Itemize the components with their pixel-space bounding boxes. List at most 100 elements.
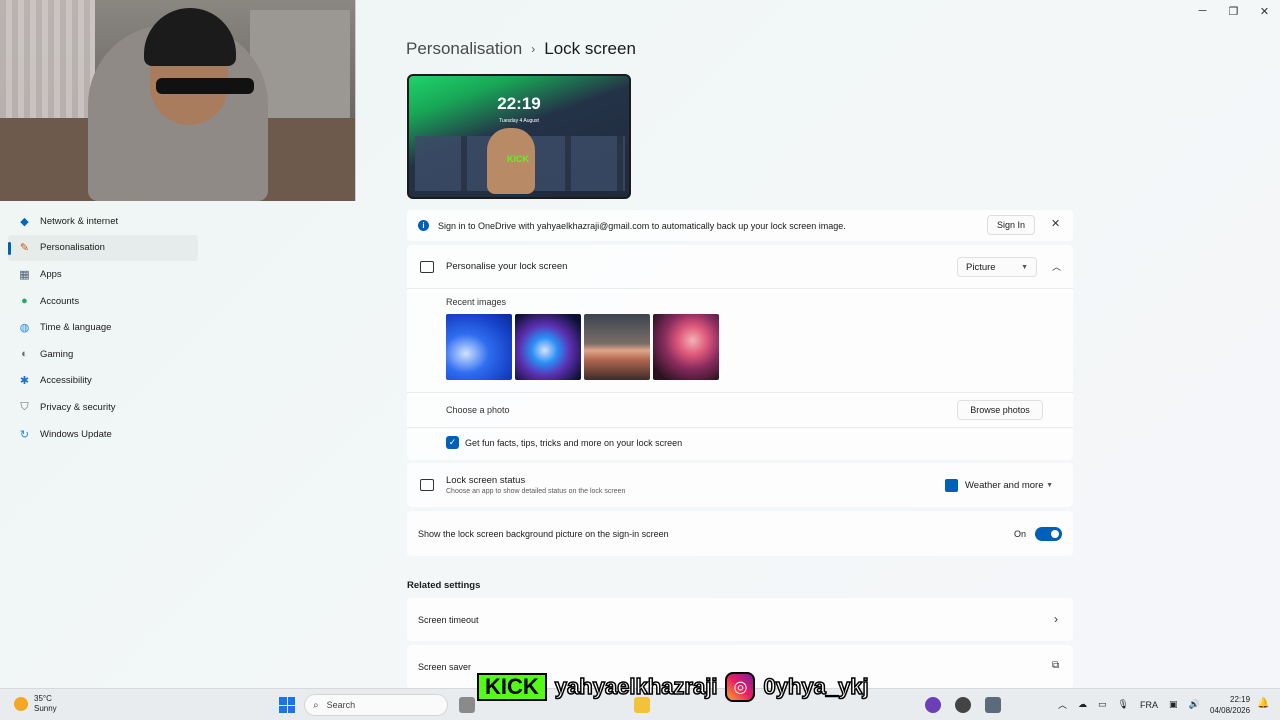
choose-photo-row: Choose a photo Browse photos [407,392,1073,428]
chevron-right-icon: › [1054,612,1058,626]
window-controls: ─ ❐ ✕ [1187,0,1280,22]
system-tray: ︿ ☁ ▭ 🎙 FRA ▣ 🔊 [1058,698,1200,711]
preview-clock: 22:19 [497,94,541,113]
status-title: Lock screen status [446,475,526,486]
apps-icon: ▦ [19,268,30,281]
recent-image-thumbnail[interactable] [446,314,512,380]
kick-handle: yahyaelkhazraji [554,673,718,700]
personalise-header[interactable]: Personalise your lock screen Picture ▼ ︿ [407,245,1073,289]
sidebar-item-label: Accessibility [40,375,92,387]
sidebar-item-label: Privacy & security [40,401,116,413]
sidebar-item-label: Gaming [40,348,74,360]
weather-condition: Sunny [34,704,57,713]
kick-logo: KICK [477,672,547,701]
windows-start-icon[interactable] [279,697,295,713]
sidebar-item-accessibility[interactable]: ✱ Accessibility [0,368,200,395]
person-icon: ● [21,295,28,308]
notification-bell-icon[interactable]: 🔔 [1257,698,1269,709]
fun-facts-checkbox[interactable]: ✓ [446,436,459,449]
sidebar-item-label: Personalisation [40,242,105,254]
personalise-card: Personalise your lock screen Picture ▼ ︿… [407,245,1073,460]
chevron-up-icon[interactable]: ︿ [1052,260,1061,273]
stream-overlay: KICK yahyaelkhazraji ◎ 0yhya_ykj [477,670,869,703]
microphone-icon[interactable]: 🎙 [1118,699,1129,710]
search-icon: ⌕ [313,699,319,711]
signin-background-card: Show the lock screen background picture … [407,511,1073,556]
lock-screen-icon [420,260,434,273]
browse-photos-button[interactable]: Browse photos [957,400,1043,420]
task-view-icon[interactable] [459,697,475,713]
recent-images-label: Recent images [446,297,507,307]
recent-image-thumbnail[interactable] [653,314,719,380]
lock-screen-preview: KICK 22:19 Tuesday 4 August [407,74,631,199]
weather-widget[interactable]: 35°C Sunny [14,694,57,714]
chevron-down-icon: ▼ [1021,263,1028,271]
recent-images [446,314,719,380]
chevron-up-icon[interactable]: ︿ [1058,698,1067,711]
sidebar-item-personalisation[interactable]: ✎ Personalisation [8,234,198,262]
language-indicator[interactable]: FRA [1140,700,1158,710]
recent-image-thumbnail[interactable] [584,314,650,380]
status-subtitle: Choose an app to show detailed status on… [446,488,626,495]
sign-in-button[interactable]: Sign In [987,215,1036,235]
taskbar-date: 04/08/2026 [1210,706,1251,715]
recent-image-thumbnail[interactable] [515,314,581,380]
sidebar-item-privacy-security[interactable]: ⛉ Privacy & security [0,394,200,421]
battery-icon[interactable]: ▭ [1098,699,1107,710]
fun-facts-row: ✓ Get fun facts, tips, tricks and more o… [446,436,682,449]
search-placeholder: Search [326,700,356,710]
external-link-icon: ⧉ [1052,660,1060,671]
taskbar-clock[interactable]: 22:19 04/08/2026 [1210,694,1250,716]
webcam-glasses [156,78,254,94]
preview-kick-logo: KICK [507,154,529,164]
sidebar-item-windows-update[interactable]: ↻ Windows Update [0,421,200,448]
page-title: Lock screen [544,39,636,58]
close-window-button[interactable]: ✕ [1249,0,1280,22]
close-icon[interactable]: ✕ [1051,217,1060,230]
settings-app-icon[interactable] [985,697,1001,713]
instagram-handle: 0yhya_ykj [763,673,870,700]
maximize-button[interactable]: ❐ [1218,0,1249,22]
info-icon: i [418,220,429,231]
minimize-button[interactable]: ─ [1187,0,1218,22]
onedrive-banner: i Sign in to OneDrive with yahyaelkhazra… [407,210,1073,241]
fun-facts-label: Get fun facts, tips, tricks and more on … [465,437,683,448]
sidebar-item-label: Windows Update [40,428,112,440]
signin-background-label: Show the lock screen background picture … [418,529,669,539]
sidebar-item-label: Apps [40,268,62,280]
status-icon [420,479,434,491]
sidebar-item-gaming[interactable]: ◐ Gaming [0,341,200,368]
lock-screen-type-dropdown[interactable]: Picture ▼ [957,257,1037,277]
sidebar-item-label: Accounts [40,295,80,307]
network-icon[interactable]: ▣ [1169,699,1178,710]
sidebar-nav: ◆ Network & internet ✎ Personalisation ▦ Apps… [0,208,200,447]
webcam-overlay [0,0,356,201]
status-app-value: Weather and more [965,479,1044,491]
breadcrumb-parent[interactable]: Personalisation [406,39,522,59]
sun-icon [14,697,28,711]
related-settings-heading: Related settings [407,580,481,591]
sidebar-item-accounts[interactable]: ● Accounts [0,288,200,315]
app-icon[interactable] [955,697,971,713]
app-icon[interactable] [925,697,941,713]
lock-screen-status-card: Lock screen status Choose an app to show… [407,463,1073,507]
wifi-icon: ◆ [20,215,29,228]
taskbar-time: 22:19 [1230,695,1251,704]
toggle-state-label: On [1014,529,1027,539]
chevron-down-icon: ▼ [1046,481,1053,489]
taskbar-search[interactable]: ⌕ Search [304,694,448,716]
sidebar-item-time-language[interactable]: ◍ Time & language [0,314,200,341]
status-app-dropdown[interactable]: Weather and more ▼ [937,475,1061,495]
sidebar-item-network-internet[interactable]: ◆ Network & internet [0,208,200,235]
globe-icon: ◍ [19,322,30,335]
screen-timeout-link[interactable]: Screen timeout › [407,598,1073,641]
banner-text: Sign in to OneDrive with yahyaelkhazraji… [438,220,846,231]
signin-background-toggle[interactable] [1035,527,1062,541]
onedrive-icon[interactable]: ☁ [1078,699,1087,710]
sidebar-item-label: Network & internet [40,215,119,227]
shield-icon: ⛉ [20,400,29,413]
speaker-icon[interactable]: 🔊 [1188,699,1199,710]
preview-date: Tuesday 4 August [499,118,539,124]
chevron-right-icon: › [531,42,536,56]
sidebar-item-apps[interactable]: ▦ Apps [0,261,200,288]
